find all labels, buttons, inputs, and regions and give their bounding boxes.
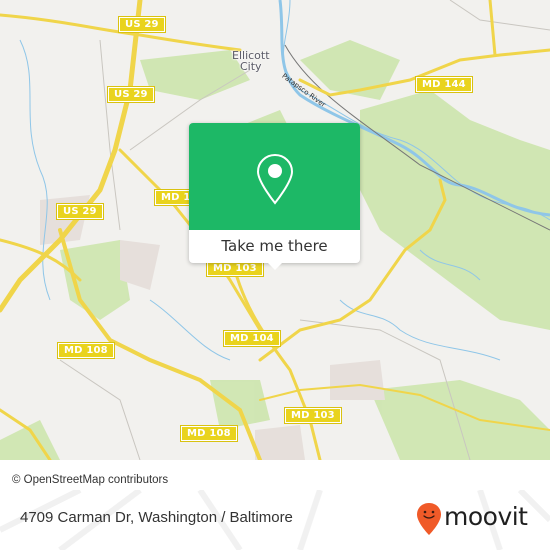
moovit-smiley-pin-icon (417, 503, 441, 535)
map-pin-icon (256, 153, 294, 205)
road-shield-md103: MD 103 (284, 407, 342, 424)
popup-pointer (267, 262, 283, 270)
moovit-wordmark: moovit (444, 502, 528, 531)
road-shield-md103: MD 103 (206, 260, 264, 277)
destination-popup[interactable]: Take me there (189, 123, 360, 270)
map-view[interactable]: Ellicott City Patapsco River US 29 US 29… (0, 0, 550, 460)
road-shield-us29: US 29 (107, 86, 155, 103)
take-me-there-button[interactable]: Take me there (189, 230, 360, 263)
map-attribution[interactable]: © OpenStreetMap contributors (8, 470, 217, 490)
footer-bar: 4709 Carman Dr, Washington / Baltimore m… (0, 490, 550, 550)
road-shield-md108: MD 108 (180, 425, 238, 442)
road-shield-md104: MD 104 (223, 330, 281, 347)
place-label-ellicott-city: Ellicott City (232, 50, 270, 72)
road-shield-us29: US 29 (118, 16, 166, 33)
road-shield-us29: US 29 (56, 203, 104, 220)
popup-header (189, 123, 360, 230)
destination-address: 4709 Carman Dr, Washington / Baltimore (20, 509, 293, 526)
place-label-line2: City (239, 60, 262, 73)
road-shield-md108: MD 108 (57, 342, 115, 359)
road-shield-md144: MD 144 (415, 76, 473, 93)
